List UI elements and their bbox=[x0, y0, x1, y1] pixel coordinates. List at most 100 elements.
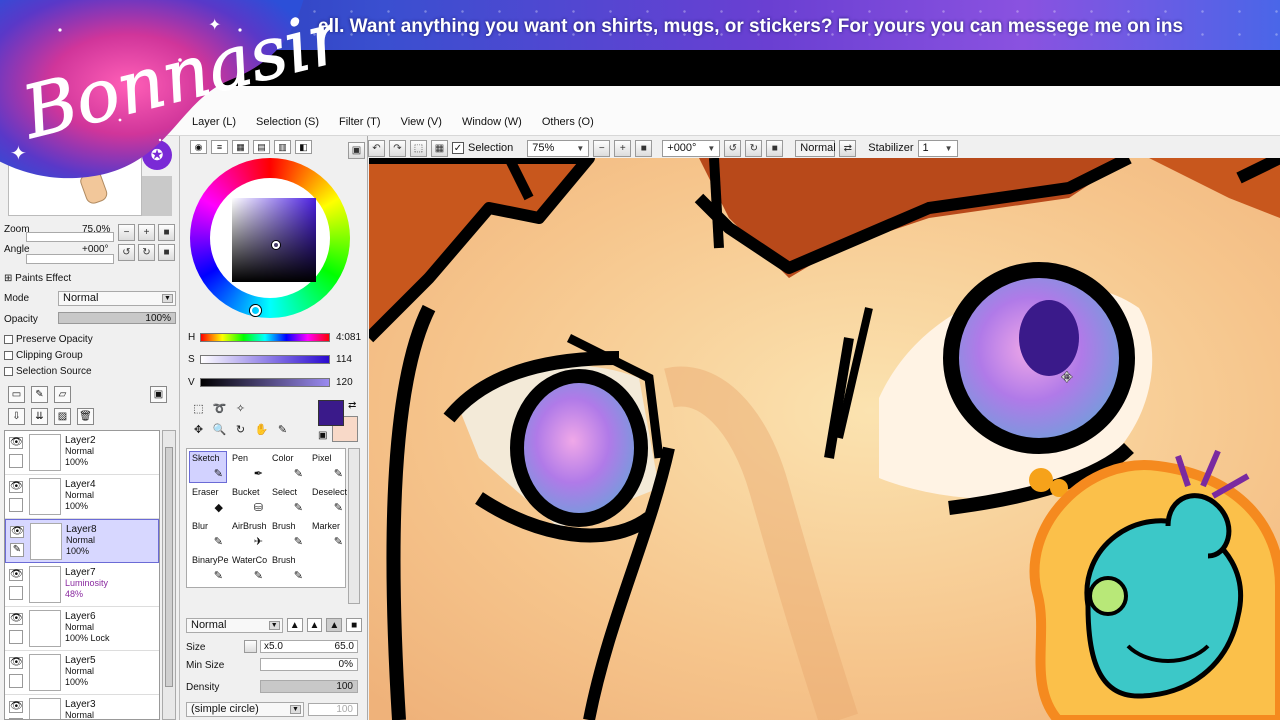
tool-pixel[interactable]: Pixel ✎ bbox=[309, 451, 347, 483]
tool-empty-slot[interactable] bbox=[309, 553, 347, 585]
navigator-preview[interactable] bbox=[8, 136, 142, 216]
paints-effect-header[interactable]: ⊞ Paints Effect bbox=[4, 273, 71, 284]
menu-view[interactable]: View (V) bbox=[401, 116, 442, 128]
layer-item[interactable]: 👁 Layer3 Normal bbox=[5, 695, 159, 719]
eye-icon[interactable]: 👁 bbox=[9, 437, 23, 449]
rotate-combo[interactable]: +000° ▼ bbox=[662, 139, 721, 157]
zoom-out-button[interactable]: − bbox=[593, 139, 611, 157]
menu-layer[interactable]: Layer (L) bbox=[192, 116, 236, 128]
tool-deselect[interactable]: Deselect ✎ bbox=[309, 485, 347, 517]
rotate-icon[interactable]: ↻ bbox=[232, 421, 249, 438]
clear-layer-icon[interactable]: ▨ bbox=[54, 408, 71, 425]
merge-down-icon[interactable]: ⇊ bbox=[31, 408, 48, 425]
layer-item[interactable]: 👁 Layer4 Normal 100% bbox=[5, 475, 159, 519]
panel-toggle-icon[interactable]: ▣ bbox=[348, 142, 365, 159]
layer-panel-toggle-icon[interactable]: ▣ bbox=[150, 386, 167, 403]
blank-tool[interactable] bbox=[253, 400, 270, 417]
zoom-fit-button[interactable]: ■ bbox=[158, 224, 175, 241]
color-wheel-mode-icon[interactable]: ◉ bbox=[190, 140, 207, 154]
color-slider-mode-icon[interactable]: ≡ bbox=[211, 140, 228, 154]
rotate-cw-button[interactable]: ↻ bbox=[138, 244, 155, 261]
angle-slider[interactable] bbox=[26, 254, 114, 264]
zoom-combo[interactable]: 75% ▼ bbox=[527, 139, 590, 157]
hard-edge-icon[interactable]: ▲ bbox=[326, 618, 343, 632]
transparent-color-icon[interactable]: ▣ bbox=[318, 430, 327, 441]
blend-mode-combo[interactable]: Normal bbox=[795, 139, 836, 157]
tool-watercolor[interactable]: WaterCo ✎ bbox=[229, 553, 267, 585]
swap-colors-icon[interactable]: ⇄ bbox=[348, 400, 356, 411]
medium-edge-icon[interactable]: ▲ bbox=[306, 618, 323, 632]
layer-list-scrollbar[interactable] bbox=[162, 430, 176, 720]
lock-toggle[interactable] bbox=[9, 630, 23, 644]
rotate-ccw-button[interactable]: ↺ bbox=[118, 244, 135, 261]
brush-shape-strength[interactable]: 100 bbox=[308, 703, 358, 716]
hue-slider[interactable] bbox=[200, 333, 330, 342]
move-icon[interactable]: ✥ bbox=[190, 421, 207, 438]
stabilizer-combo[interactable]: 1 ▼ bbox=[917, 139, 958, 157]
transfer-down-icon[interactable]: ⇩ bbox=[8, 408, 25, 425]
undo-button[interactable]: ↶ bbox=[368, 139, 385, 157]
hand-icon[interactable]: ✋ bbox=[253, 421, 270, 438]
color-grid-mode-icon[interactable]: ▦ bbox=[232, 140, 249, 154]
tool-airbrush[interactable]: AirBrush ✈ bbox=[229, 519, 267, 551]
selection-source-option[interactable]: Selection Source bbox=[4, 366, 92, 377]
size-field[interactable]: x5.0 65.0 bbox=[260, 640, 358, 653]
layer-item[interactable]: 👁 Layer7 Luminosity 48% bbox=[5, 563, 159, 607]
tool-pen[interactable]: Pen ✒ bbox=[229, 451, 267, 483]
eye-icon[interactable]: 👁 bbox=[9, 569, 23, 581]
brush-mode-combo[interactable]: Normal ▼ bbox=[186, 617, 283, 633]
new-linework-icon[interactable]: ✎ bbox=[31, 386, 48, 403]
preserve-opacity-checkbox[interactable] bbox=[4, 334, 13, 344]
clipping-group-checkbox[interactable] bbox=[4, 350, 13, 360]
lock-toggle[interactable] bbox=[9, 586, 23, 600]
flip-button[interactable]: ⇄ bbox=[839, 139, 857, 157]
zoom-plus-button[interactable]: + bbox=[138, 224, 155, 241]
eyedropper-icon[interactable]: ✎ bbox=[274, 421, 291, 438]
lasso-icon[interactable]: ➰ bbox=[211, 400, 228, 417]
tool-sketch[interactable]: Sketch ✎ bbox=[189, 451, 227, 483]
tool-marker[interactable]: Marker ✎ bbox=[309, 519, 347, 551]
delete-layer-icon[interactable]: 🗑 bbox=[77, 408, 94, 425]
eye-icon[interactable]: 👁 bbox=[9, 701, 23, 713]
menu-others[interactable]: Others (O) bbox=[542, 116, 594, 128]
primary-color-swatch[interactable] bbox=[318, 400, 344, 426]
tool-select[interactable]: Select ✎ bbox=[269, 485, 307, 517]
blank-tool[interactable] bbox=[274, 400, 291, 417]
soft-edge-icon[interactable]: ▲ bbox=[286, 618, 303, 632]
saturation-value-square[interactable] bbox=[232, 198, 316, 282]
rect-select-icon[interactable]: ⬚ bbox=[190, 400, 207, 417]
color-wheel[interactable] bbox=[190, 158, 358, 326]
layer-item-selected[interactable]: 👁 ✎ Layer8 Normal 100% bbox=[5, 519, 159, 563]
sv-cursor[interactable] bbox=[272, 241, 280, 249]
layer-item[interactable]: 👁 Layer6 Normal 100% Lock bbox=[5, 607, 159, 651]
brush-icon[interactable]: ✎ bbox=[10, 543, 24, 557]
tool-bucket[interactable]: Bucket ⛁ bbox=[229, 485, 267, 517]
rotate-left-button[interactable]: ↺ bbox=[724, 139, 742, 157]
new-layer-icon[interactable]: ▭ bbox=[8, 386, 25, 403]
tool-eraser[interactable]: Eraser ◆ bbox=[189, 485, 227, 517]
tool-brush-2[interactable]: Brush ✎ bbox=[269, 553, 307, 585]
tool-brush[interactable]: Brush ✎ bbox=[269, 519, 307, 551]
zoom-reset-button[interactable]: ■ bbox=[635, 139, 653, 157]
binary-edge-icon[interactable]: ■ bbox=[346, 618, 362, 632]
tool-blur[interactable]: Blur ✎ bbox=[189, 519, 227, 551]
preserve-opacity-option[interactable]: Preserve Opacity bbox=[4, 334, 93, 345]
tool-color[interactable]: Color ✎ bbox=[269, 451, 307, 483]
new-folder-icon[interactable]: ▱ bbox=[54, 386, 71, 403]
lock-toggle[interactable] bbox=[9, 674, 23, 688]
size-multiplier-toggle[interactable] bbox=[244, 640, 257, 653]
rotate-right-button[interactable]: ↻ bbox=[745, 139, 763, 157]
menu-window[interactable]: Window (W) bbox=[462, 116, 522, 128]
scrollbar-thumb[interactable] bbox=[165, 447, 173, 687]
eye-icon[interactable]: 👁 bbox=[9, 481, 23, 493]
opacity-slider[interactable]: 100% bbox=[58, 312, 176, 324]
deselect-button[interactable]: ⬚ bbox=[410, 139, 427, 157]
layer-item[interactable]: 👁 Layer2 Normal 100% bbox=[5, 431, 159, 475]
lock-toggle[interactable] bbox=[9, 498, 23, 512]
menu-filter[interactable]: Filter (T) bbox=[339, 116, 381, 128]
density-slider[interactable]: 100 bbox=[260, 680, 358, 693]
mode-combo[interactable]: Normal ▼ bbox=[58, 291, 176, 306]
zoom-minus-button[interactable]: − bbox=[118, 224, 135, 241]
magic-wand-icon[interactable]: ✧ bbox=[232, 400, 249, 417]
eye-icon[interactable]: 👁 bbox=[9, 613, 23, 625]
